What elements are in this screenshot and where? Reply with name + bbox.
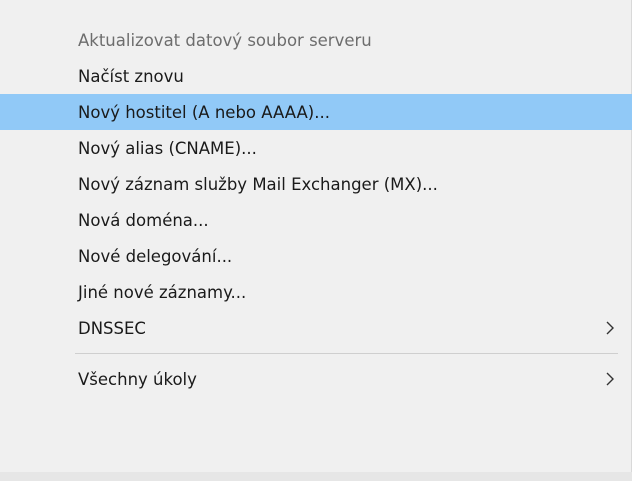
menu-item-label: Nové delegování...: [78, 246, 233, 266]
menu-item-label: Nová doména...: [78, 210, 209, 230]
menu-item-label: Nový alias (CNAME)...: [78, 138, 257, 158]
menu-item-other-new-records[interactable]: Jiné nové záznamy...: [0, 274, 632, 310]
menu-item-label: Aktualizovat datový soubor serveru: [78, 30, 372, 50]
menu-item-label: Načíst znovu: [78, 66, 184, 86]
menu-item-label: Všechny úkoly: [78, 369, 197, 389]
chevron-right-icon: [606, 321, 614, 335]
menu-item-new-domain[interactable]: Nová doména...: [0, 202, 632, 238]
menu-item-label: DNSSEC: [78, 318, 146, 338]
menu-bottom-edge: [0, 472, 632, 481]
menu-item-new-alias[interactable]: Nový alias (CNAME)...: [0, 130, 632, 166]
menu-item-new-delegation[interactable]: Nové delegování...: [0, 238, 632, 274]
context-menu-list: Aktualizovat datový soubor serveru Načís…: [0, 22, 632, 397]
menu-separator: [75, 353, 618, 354]
menu-item-all-tasks[interactable]: Všechny úkoly: [0, 361, 632, 397]
menu-item-new-mail-exchanger[interactable]: Nový záznam služby Mail Exchanger (MX)..…: [0, 166, 632, 202]
context-menu: Aktualizovat datový soubor serveru Načís…: [0, 0, 632, 472]
menu-item-reload[interactable]: Načíst znovu: [0, 58, 632, 94]
menu-item-label: Jiné nové záznamy...: [78, 282, 247, 302]
menu-item-new-host[interactable]: Nový hostitel (A nebo AAAA)...: [0, 94, 632, 130]
menu-item-label: Nový hostitel (A nebo AAAA)...: [78, 102, 330, 122]
menu-item-label: Nový záznam služby Mail Exchanger (MX)..…: [78, 174, 438, 194]
menu-item-update-server-data-file: Aktualizovat datový soubor serveru: [0, 22, 632, 58]
menu-item-dnssec[interactable]: DNSSEC: [0, 310, 632, 346]
chevron-right-icon: [606, 372, 614, 386]
